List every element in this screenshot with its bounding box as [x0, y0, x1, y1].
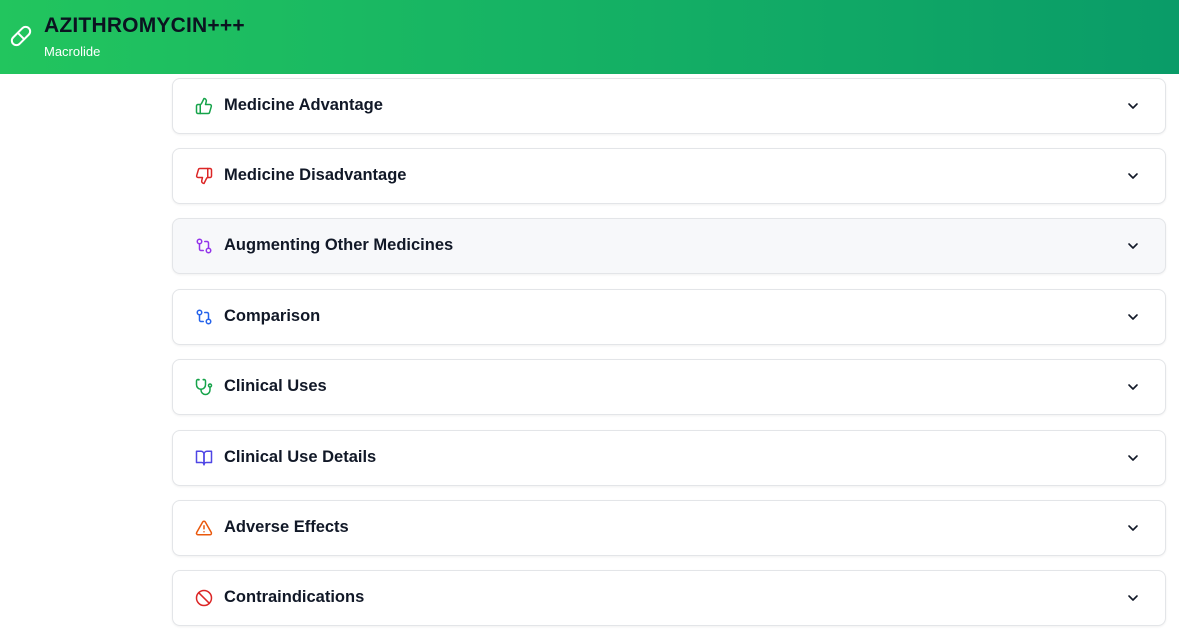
git-compare-icon [195, 308, 213, 326]
section-label: Clinical Use Details [224, 448, 377, 466]
thumbs-down-icon [195, 167, 213, 185]
chevron-down-icon[interactable] [1125, 590, 1141, 606]
git-compare-icon [195, 237, 213, 255]
chevron-down-icon[interactable] [1125, 450, 1141, 466]
section-comparison[interactable]: Comparison [172, 289, 1166, 345]
chevron-down-icon[interactable] [1125, 238, 1141, 254]
section-clinical-uses[interactable]: Clinical Uses [172, 359, 1166, 415]
alert-triangle-icon [195, 519, 213, 537]
section-contraindications[interactable]: Contraindications [172, 570, 1166, 626]
section-label: Augmenting Other Medicines [224, 236, 454, 254]
chevron-down-icon[interactable] [1125, 98, 1141, 114]
section-label: Contraindications [224, 588, 365, 606]
section-label: Adverse Effects [224, 518, 349, 536]
chevron-down-icon[interactable] [1125, 379, 1141, 395]
chevron-down-icon[interactable] [1125, 520, 1141, 536]
drug-class: Macrolide [44, 44, 101, 59]
section-label: Comparison [224, 307, 321, 325]
book-open-icon [195, 449, 213, 467]
stethoscope-icon [195, 378, 213, 396]
thumbs-up-icon [195, 97, 213, 115]
section-augmenting-other-medicines[interactable]: Augmenting Other Medicines [172, 218, 1166, 274]
section-label: Medicine Advantage [224, 96, 383, 114]
section-medicine-advantage[interactable]: Medicine Advantage [172, 78, 1166, 134]
app-header: AZITHROMYCIN+++ Macrolide [0, 0, 1179, 74]
section-clinical-use-details[interactable]: Clinical Use Details [172, 430, 1166, 486]
ban-icon [195, 589, 213, 607]
section-medicine-disadvantage[interactable]: Medicine Disadvantage [172, 148, 1166, 204]
chevron-down-icon[interactable] [1125, 309, 1141, 325]
drug-title: AZITHROMYCIN+++ [44, 14, 245, 37]
pill-icon [10, 25, 32, 47]
section-label: Clinical Uses [224, 377, 327, 395]
section-label: Medicine Disadvantage [224, 166, 407, 184]
section-adverse-effects[interactable]: Adverse Effects [172, 500, 1166, 556]
chevron-down-icon[interactable] [1125, 168, 1141, 184]
